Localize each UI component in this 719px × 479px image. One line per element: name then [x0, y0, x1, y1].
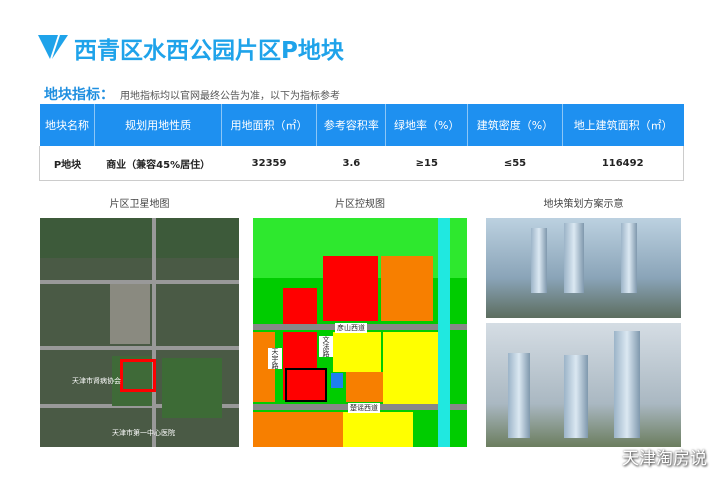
indicator-note: 用地指标均以官网最终公告为准，以下为指标参考: [120, 91, 340, 102]
plan-caption: 片区控规图: [335, 199, 385, 210]
column-header: 用地面积（㎡）: [221, 104, 318, 146]
column-header: 地上建筑面积（㎡）: [562, 104, 684, 146]
indicator-label: 地块指标：: [44, 87, 114, 103]
render-caption: 地块策划方案示意: [543, 199, 624, 210]
scheme-render-street: [486, 323, 681, 447]
cell: ≥15: [385, 146, 468, 181]
satellite-caption: 片区卫星地图: [109, 199, 170, 210]
cell: 3.6: [316, 146, 386, 181]
table-header-row: 地块名称 规划用地性质 用地面积（㎡） 参考容积率 绿地率（%） 建筑密度（%）…: [39, 104, 684, 146]
cell: ≤55: [467, 146, 563, 181]
cell: 商业（兼容45%居住）: [94, 146, 222, 181]
cell: P地块: [39, 146, 95, 181]
road-label: 楚谣西道: [348, 403, 380, 413]
column-header: 参考容积率: [316, 104, 387, 146]
logo-triangle-icon: [38, 35, 68, 59]
scheme-render-aerial: [486, 218, 681, 318]
column-header: 规划用地性质: [94, 104, 222, 146]
table-row: P地块 商业（兼容45%居住） 32359 3.6 ≥15 ≤55 116492: [39, 146, 684, 181]
page-title: 西青区水西公园片区P地块: [74, 38, 344, 64]
road-label: 文法路: [319, 336, 333, 357]
road-label: 天宇路: [268, 348, 282, 369]
column-header: 绿地率（%）: [385, 104, 469, 146]
column-header: 建筑密度（%）: [467, 104, 563, 146]
column-header: 地块名称: [39, 104, 96, 146]
cell: 116492: [562, 146, 684, 181]
map-label: 天津市肾病协会: [72, 377, 121, 385]
indicator-table: 地块名称 规划用地性质 用地面积（㎡） 参考容积率 绿地率（%） 建筑密度（%）…: [39, 104, 684, 181]
road-label: 彦山西道: [335, 323, 367, 333]
satellite-map-image: 天津市肾病协会 天津市第一中心医院: [40, 218, 239, 447]
zoning-plan-image: 彦山西道 天宇路 文法路 楚谣西道: [253, 218, 467, 447]
watermark: 天津淘房说: [622, 449, 707, 469]
cell: 32359: [221, 146, 317, 181]
map-label: 天津市第一中心医院: [112, 429, 175, 437]
